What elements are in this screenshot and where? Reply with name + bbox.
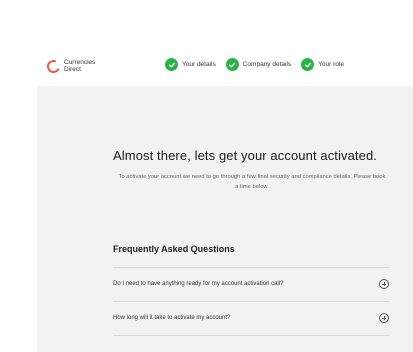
step-your-role: Your role [301, 58, 344, 71]
plus-circle-icon[interactable] [379, 313, 389, 323]
faq-question: How long will it take to activate my acc… [113, 315, 231, 321]
step-label: Your details [182, 61, 216, 68]
main-panel: Almost there, lets get your account acti… [37, 86, 413, 352]
step-company-details: Company details [225, 58, 292, 71]
header: Currencies Direct Your details Company d… [0, 0, 413, 86]
brand-name: Currencies Direct [64, 59, 95, 73]
faq-divider [113, 301, 389, 302]
faq-heading: Frequently Asked Questions [113, 244, 235, 254]
page-title: Almost there, lets get your account acti… [113, 148, 378, 163]
faq-item-activation-time[interactable]: How long will it take to activate my acc… [113, 308, 389, 328]
check-circle-icon [301, 58, 315, 71]
check-circle-icon [225, 58, 239, 71]
page: Currencies Direct Your details Company d… [0, 0, 413, 352]
brand-logo-icon [45, 58, 62, 75]
faq-divider [113, 267, 389, 268]
faq-question: Do I need to have anything ready for my … [113, 281, 284, 287]
faq-divider [113, 335, 389, 336]
page-subtitle: To activate your account we need to go t… [118, 174, 386, 190]
check-circle-icon [165, 58, 178, 71]
progress-steps: Your details Company details Your role [165, 58, 354, 71]
step-label: Your role [318, 61, 344, 68]
step-your-details: Your details [165, 58, 216, 71]
step-label: Company details [242, 61, 292, 68]
brand-logo[interactable]: Currencies Direct [45, 58, 95, 75]
brand-name-line2: Direct [64, 65, 81, 73]
plus-circle-icon[interactable] [379, 279, 389, 289]
faq-item-activation-call[interactable]: Do I need to have anything ready for my … [113, 274, 389, 294]
